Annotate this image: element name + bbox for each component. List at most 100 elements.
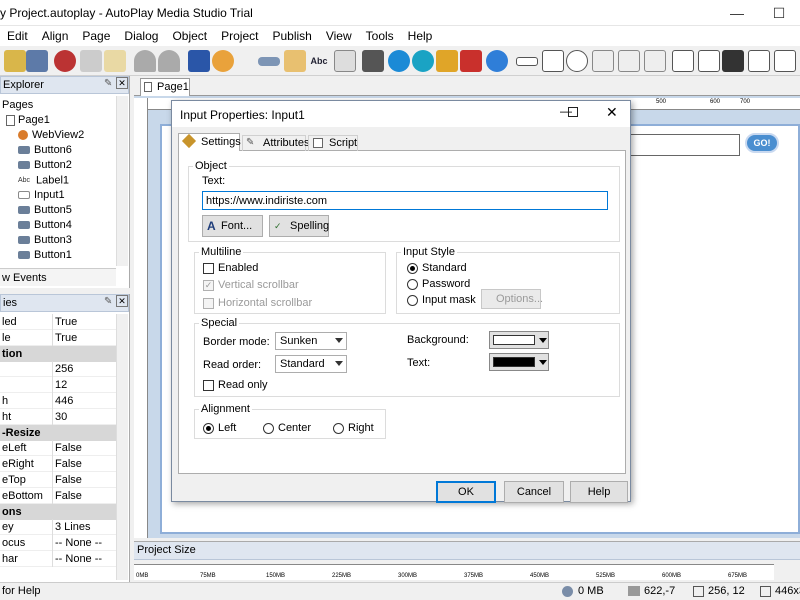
property-value[interactable]: True bbox=[52, 329, 77, 346]
properties-scrollbar[interactable] bbox=[116, 314, 128, 580]
property-row[interactable]: 256 bbox=[0, 361, 116, 378]
flash-object-icon[interactable] bbox=[388, 50, 410, 72]
property-category[interactable]: ons bbox=[0, 503, 116, 520]
layout-object-icon[interactable] bbox=[774, 50, 796, 72]
pin-icon[interactable]: ✎ bbox=[104, 296, 112, 307]
property-value[interactable]: -- None -- bbox=[52, 551, 102, 567]
property-row[interactable]: h 446 bbox=[0, 393, 116, 409]
horizontal-scrollbar-checkbox[interactable]: Horizontal scrollbar bbox=[203, 297, 312, 309]
property-row[interactable]: eBottom False bbox=[0, 487, 116, 504]
align-center-radio[interactable]: Center bbox=[263, 422, 311, 434]
cancel-button[interactable]: Cancel bbox=[504, 481, 564, 503]
property-value[interactable]: False bbox=[52, 456, 82, 473]
tree-item[interactable]: Button1 bbox=[18, 248, 72, 263]
menu-dialog[interactable]: Dialog bbox=[117, 29, 165, 43]
property-value[interactable]: 256 bbox=[52, 361, 73, 378]
property-value[interactable]: 446 bbox=[52, 393, 73, 409]
align-right-radio[interactable]: Right bbox=[333, 422, 374, 434]
property-category[interactable]: -Resize bbox=[0, 424, 116, 441]
save-icon[interactable] bbox=[26, 50, 48, 72]
slideshow-object-icon[interactable] bbox=[436, 50, 458, 72]
property-row[interactable]: eRight False bbox=[0, 456, 116, 473]
property-value[interactable]: False bbox=[52, 440, 82, 457]
pdf-object-icon[interactable] bbox=[460, 50, 482, 72]
menu-object[interactable]: Object bbox=[165, 29, 214, 43]
tree-object-icon[interactable] bbox=[644, 50, 666, 72]
ie-web-object-icon[interactable] bbox=[486, 50, 508, 72]
ok-button[interactable]: OK bbox=[436, 481, 496, 503]
property-value[interactable]: False bbox=[52, 487, 82, 504]
tree-item[interactable]: Button6 bbox=[18, 143, 72, 158]
video-object-icon[interactable] bbox=[362, 50, 384, 72]
grid-object-icon[interactable] bbox=[672, 50, 694, 72]
property-category[interactable]: tion bbox=[0, 345, 116, 362]
tree-page1[interactable]: Page1 bbox=[6, 113, 50, 128]
publish-icon[interactable] bbox=[212, 50, 234, 72]
property-value[interactable]: 3 Lines bbox=[52, 519, 90, 536]
property-row[interactable]: led True bbox=[0, 314, 116, 330]
tree-root-pages[interactable]: Pages bbox=[2, 98, 33, 113]
help-button[interactable]: Help bbox=[570, 481, 628, 503]
open-icon[interactable] bbox=[4, 50, 26, 72]
property-row[interactable]: har -- None -- bbox=[0, 551, 116, 567]
menu-project[interactable]: Project bbox=[214, 29, 265, 43]
table-object-icon[interactable] bbox=[698, 50, 720, 72]
property-value[interactable]: 30 bbox=[52, 408, 67, 425]
menu-publish[interactable]: Publish bbox=[265, 29, 318, 43]
input-object-icon[interactable] bbox=[516, 57, 538, 66]
property-row[interactable]: eTop False bbox=[0, 472, 116, 488]
events-row[interactable]: w Events bbox=[0, 268, 116, 286]
align-left-radio[interactable]: Left bbox=[203, 422, 236, 434]
property-row[interactable]: ey 3 Lines bbox=[0, 519, 116, 536]
options-button[interactable]: Options... bbox=[481, 289, 543, 309]
close-icon[interactable]: ✕ bbox=[116, 77, 128, 89]
image-object-icon[interactable] bbox=[284, 50, 306, 72]
slider-object-icon[interactable] bbox=[748, 50, 770, 72]
close-icon[interactable]: ✕ bbox=[116, 295, 128, 307]
input1-canvas-object[interactable] bbox=[630, 134, 740, 156]
progress-object-icon[interactable] bbox=[722, 50, 744, 72]
dialog-maximize-icon[interactable] bbox=[568, 107, 578, 117]
property-value[interactable]: -- None -- bbox=[52, 535, 102, 552]
listbox-object-icon[interactable] bbox=[618, 50, 640, 72]
tree-item[interactable]: Button2 bbox=[18, 158, 72, 173]
copy-icon[interactable] bbox=[80, 50, 102, 72]
menu-help[interactable]: Help bbox=[401, 29, 440, 43]
menu-align[interactable]: Align bbox=[35, 29, 76, 43]
standard-radio[interactable]: Standard bbox=[407, 262, 467, 274]
go-button[interactable]: GO! bbox=[745, 133, 779, 153]
paste-icon[interactable] bbox=[104, 50, 126, 72]
cut-icon[interactable] bbox=[54, 50, 76, 72]
property-value[interactable]: True bbox=[52, 314, 77, 330]
border-mode-select[interactable]: Sunken bbox=[275, 332, 347, 350]
maximize-button[interactable]: ☐ bbox=[764, 3, 794, 23]
text-input[interactable] bbox=[202, 191, 608, 210]
property-row[interactable]: 12 bbox=[0, 377, 116, 394]
pin-icon[interactable]: ✎ bbox=[104, 78, 112, 89]
preview-icon[interactable] bbox=[188, 50, 210, 72]
button-object-icon[interactable] bbox=[258, 57, 280, 66]
enabled-checkbox[interactable]: Enabled bbox=[203, 262, 258, 274]
spelling-button[interactable]: ✓ Spelling bbox=[269, 215, 329, 237]
background-color-picker[interactable] bbox=[489, 331, 549, 349]
property-row[interactable]: eLeft False bbox=[0, 440, 116, 457]
menu-edit[interactable]: Edit bbox=[0, 29, 35, 43]
font-button[interactable]: A Font... bbox=[202, 215, 263, 237]
edge-web-object-icon[interactable] bbox=[412, 50, 434, 72]
menu-view[interactable]: View bbox=[319, 29, 359, 43]
minimize-button[interactable]: — bbox=[722, 3, 752, 23]
tree-item-selected[interactable]: Input1 bbox=[18, 188, 65, 203]
radio-object-icon[interactable] bbox=[566, 50, 588, 72]
password-radio[interactable]: Password bbox=[407, 278, 470, 290]
property-value[interactable]: 12 bbox=[52, 377, 67, 394]
read-order-select[interactable]: Standard bbox=[275, 355, 347, 373]
label-object-icon[interactable]: Abc bbox=[308, 50, 330, 72]
tree-item[interactable]: Button4 bbox=[18, 218, 72, 233]
property-row[interactable]: le True bbox=[0, 329, 116, 346]
tree-item[interactable]: Button5 bbox=[18, 203, 72, 218]
explorer-scrollbar[interactable] bbox=[116, 96, 128, 266]
dialog-close-icon[interactable]: ✕ bbox=[606, 104, 618, 121]
property-row[interactable]: ht 30 bbox=[0, 408, 116, 425]
combobox-object-icon[interactable] bbox=[592, 50, 614, 72]
text-color-picker[interactable] bbox=[489, 353, 549, 371]
